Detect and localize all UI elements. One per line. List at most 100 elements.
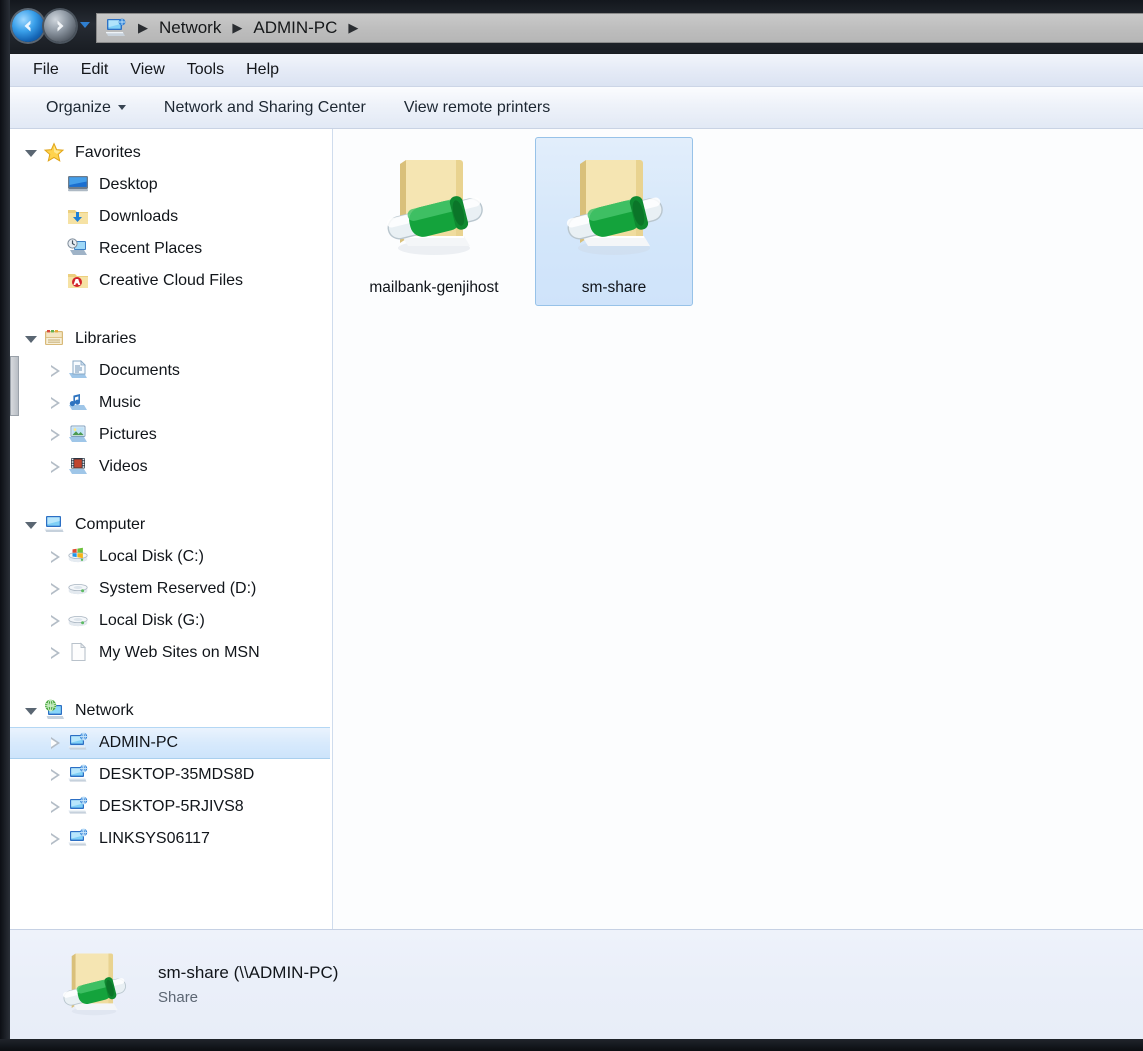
sidebar-item-desktop-35mds8d[interactable]: DESKTOP-35MDS8D [10, 759, 332, 791]
sidebar-item-documents[interactable]: Documents [10, 355, 332, 387]
sidebar-item-my-web-sites-on-msn[interactable]: My Web Sites on MSN [10, 637, 332, 669]
recent-pages-dropdown-icon[interactable] [80, 22, 90, 28]
command-bar: Organize Network and Sharing Center View… [10, 87, 1143, 129]
breadcrumb-separator[interactable]: ▶ [225, 20, 249, 36]
sidebar-item-pictures[interactable]: Pictures [10, 419, 332, 451]
sidebar-label: Music [99, 394, 141, 411]
sidebar-label: Creative Cloud Files [99, 272, 244, 289]
sidebar-label: DESKTOP-35MDS8D [99, 766, 255, 783]
window-border-left [0, 0, 10, 1051]
twisty-collapsed-icon[interactable] [44, 461, 66, 473]
sidebar-group-network: Network ADMIN-PC DESKTOP-35MDS8D DESKTOP… [10, 695, 332, 855]
sidebar-label: Downloads [99, 208, 179, 225]
file-item-label: mailbank-genjihost [369, 279, 499, 296]
view-remote-printers-button[interactable]: View remote printers [392, 95, 562, 121]
network-and-sharing-center-button[interactable]: Network and Sharing Center [152, 95, 378, 121]
back-button[interactable] [12, 10, 44, 42]
details-pane: sm-share (\\ADMIN-PC) Share [10, 929, 1143, 1039]
network-computer-icon [105, 18, 127, 38]
sidebar-item-music[interactable]: Music [10, 387, 332, 419]
client-area: File Edit View Tools Help Organize Netwo… [10, 53, 1143, 1039]
sidebar-label: Local Disk (G:) [99, 612, 205, 629]
sidebar-header-favorites[interactable]: Favorites [10, 137, 332, 169]
sidebar-item-linksys06117[interactable]: LINKSYS06117 [10, 823, 332, 855]
twisty-collapsed-icon[interactable] [44, 833, 66, 845]
twisty-expanded-icon[interactable] [20, 335, 42, 343]
organize-label: Organize [46, 98, 111, 116]
shared-folder-icon [52, 943, 136, 1027]
address-bar[interactable]: ▶ Network ▶ ADMIN-PC ▶ [96, 13, 1143, 43]
sidebar-header-network[interactable]: Network [10, 695, 332, 727]
sidebar-label: Recent Places [99, 240, 203, 257]
file-item-mailbank-genjihost[interactable]: mailbank-genjihost [355, 137, 513, 306]
sidebar-item-local-disk-c[interactable]: Local Disk (C:) [10, 541, 332, 573]
breadcrumb-network[interactable]: Network [155, 16, 225, 40]
sidebar-label: Network [75, 702, 134, 719]
menu-bar: File Edit View Tools Help [10, 54, 1143, 87]
sidebar-item-admin-pc[interactable]: ADMIN-PC [10, 727, 330, 759]
sidebar-item-recent-places[interactable]: Recent Places [10, 233, 332, 265]
twisty-expanded-icon[interactable] [20, 707, 42, 715]
drive-icon [66, 577, 92, 601]
sidebar-item-desktop-5rjivs8[interactable]: DESKTOP-5RJIVS8 [10, 791, 332, 823]
downloads-folder-icon [66, 205, 92, 229]
sidebar-label: Favorites [75, 144, 141, 161]
desktop-icon [66, 173, 92, 197]
sidebar-group-libraries: Libraries Documents Music Pictures Video… [10, 323, 332, 483]
breadcrumb-separator: ▶ [138, 20, 148, 35]
navigation-pane[interactable]: Favorites Desktop Downloads Recent Place… [10, 129, 332, 988]
sidebar-item-creative-cloud-files[interactable]: Creative Cloud Files [10, 265, 332, 297]
network-globe-icon [42, 699, 68, 723]
sidebar-item-system-reserved-d[interactable]: System Reserved (D:) [10, 573, 332, 605]
sidebar-label: LINKSYS06117 [99, 830, 210, 847]
forward-button[interactable] [44, 10, 76, 42]
twisty-collapsed-icon[interactable] [44, 365, 66, 377]
menu-help[interactable]: Help [235, 58, 290, 82]
file-item-sm-share[interactable]: sm-share [535, 137, 693, 307]
menu-edit[interactable]: Edit [70, 58, 120, 82]
computer-icon [42, 513, 68, 537]
sidebar-header-libraries[interactable]: Libraries [10, 323, 332, 355]
menu-view[interactable]: View [119, 58, 175, 82]
sidebar-header-computer[interactable]: Computer [10, 509, 332, 541]
breadcrumb-separator-end[interactable]: ▶ [341, 20, 365, 36]
creative-cloud-folder-icon [66, 269, 92, 293]
twisty-collapsed-icon[interactable] [44, 551, 66, 563]
music-library-icon [66, 391, 92, 415]
sidebar-group-favorites: Favorites Desktop Downloads Recent Place… [10, 137, 332, 297]
twisty-collapsed-icon[interactable] [44, 769, 66, 781]
sidebar-label: Local Disk (C:) [99, 548, 204, 565]
sidebar-label: Pictures [99, 426, 157, 443]
network-sharing-label: Network and Sharing Center [163, 98, 366, 116]
menu-file[interactable]: File [22, 58, 70, 82]
sidebar-item-videos[interactable]: Videos [10, 451, 332, 483]
documents-library-icon [66, 359, 92, 383]
twisty-expanded-icon[interactable] [20, 521, 42, 529]
twisty-expanded-icon[interactable] [20, 149, 42, 157]
breadcrumb-admin-pc[interactable]: ADMIN-PC [249, 16, 341, 40]
content-pane[interactable]: mailbank-genjihost sm-share [333, 129, 1143, 988]
sidebar-item-desktop[interactable]: Desktop [10, 169, 332, 201]
videos-library-icon [66, 455, 92, 479]
recent-places-icon [66, 237, 92, 261]
twisty-collapsed-icon[interactable] [44, 397, 66, 409]
sidebar-label: My Web Sites on MSN [99, 644, 260, 661]
sidebar-group-computer: Computer Local Disk (C:) System Reserved… [10, 509, 332, 669]
twisty-collapsed-icon[interactable] [44, 801, 66, 813]
twisty-collapsed-icon[interactable] [44, 429, 66, 441]
navigation-buttons [10, 10, 90, 42]
twisty-collapsed-icon[interactable] [44, 583, 66, 595]
twisty-collapsed-icon[interactable] [44, 737, 66, 749]
twisty-collapsed-icon[interactable] [44, 647, 66, 659]
network-computer-icon [66, 731, 92, 755]
sidebar-item-downloads[interactable]: Downloads [10, 201, 332, 233]
menu-tools[interactable]: Tools [176, 58, 235, 82]
organize-button[interactable]: Organize [34, 95, 138, 121]
window-border-bottom [0, 1039, 1143, 1051]
sidebar-label: Documents [99, 362, 180, 379]
details-text: sm-share (\\ADMIN-PC) Share [158, 963, 338, 1006]
sidebar-label: Computer [75, 516, 146, 533]
twisty-collapsed-icon[interactable] [44, 615, 66, 627]
sidebar-item-local-disk-g[interactable]: Local Disk (G:) [10, 605, 332, 637]
